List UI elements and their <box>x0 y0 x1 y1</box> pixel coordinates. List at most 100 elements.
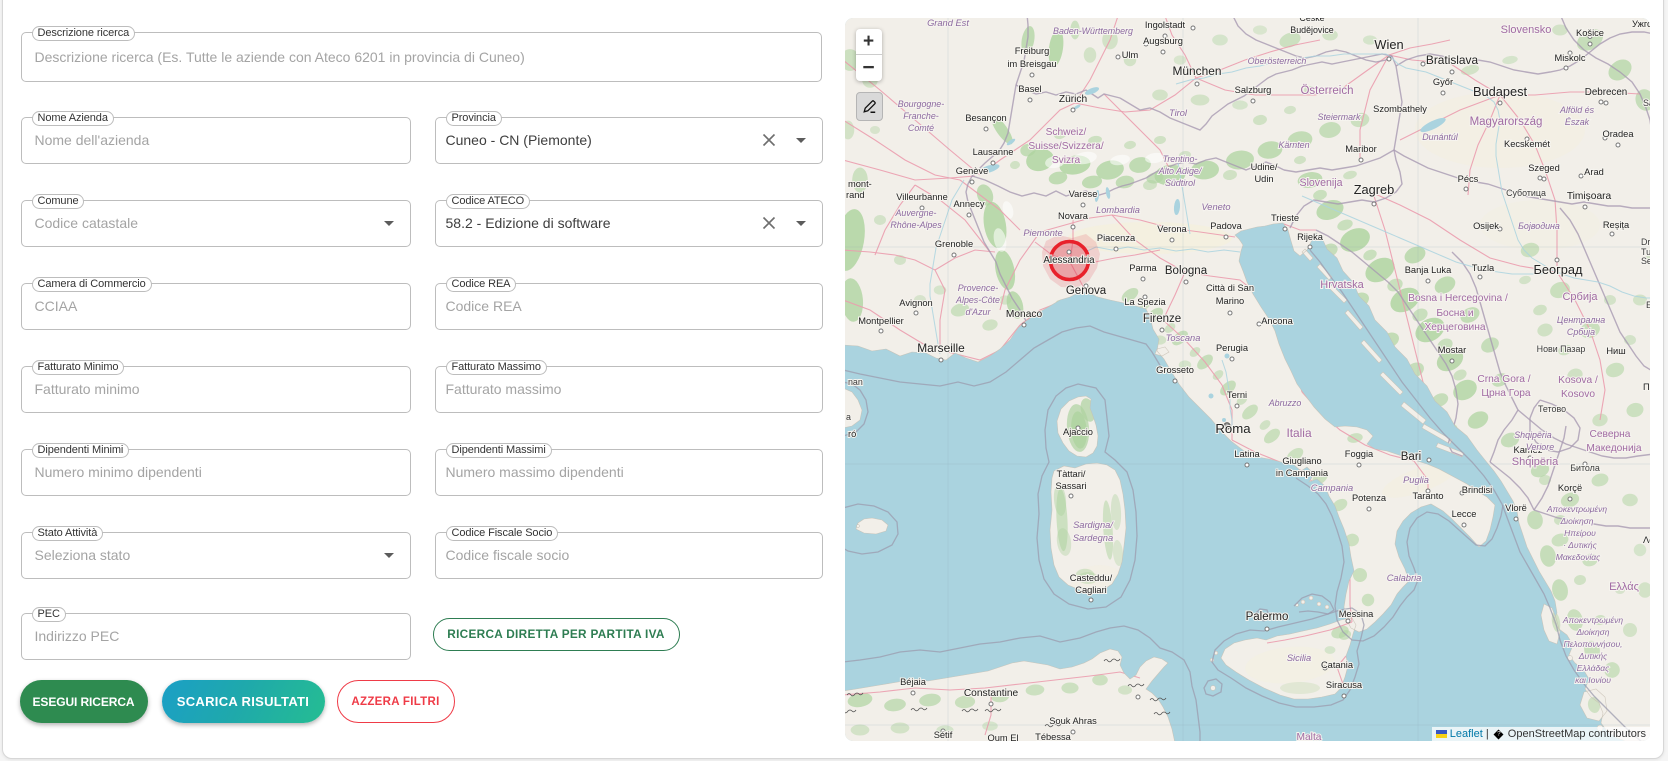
svg-text:Salzburg: Salzburg <box>1235 85 1272 95</box>
svg-text:Catania: Catania <box>1321 660 1354 670</box>
svg-text:Alföld és: Alföld és <box>1559 105 1595 115</box>
svg-text:Marino: Marino <box>1216 296 1244 306</box>
svg-text:Битола: Битола <box>1570 463 1600 473</box>
svg-text:Србија: Србија <box>1567 327 1595 337</box>
svg-text:Budapest: Budapest <box>1473 84 1528 99</box>
svg-text:Schweiz/: Schweiz/ <box>1046 127 1087 138</box>
svg-text:Ελλάς: Ελλάς <box>1609 581 1639 593</box>
svg-text:Potenza: Potenza <box>1352 493 1387 503</box>
svg-text:Genova: Genova <box>1066 285 1107 297</box>
svg-text:Μακεδονίας: Μακεδονίας <box>1556 552 1601 562</box>
svg-text:Korçë: Korçë <box>1558 483 1582 493</box>
svg-text:Veneto: Veneto <box>1201 202 1230 212</box>
svg-text:Црна Гора: Црна Гора <box>1481 388 1530 399</box>
svg-text:Rijeka: Rijeka <box>1297 232 1324 242</box>
svg-text:Crna Gora /: Crna Gora / <box>1477 374 1530 385</box>
svg-text:in Campania: in Campania <box>1276 468 1329 478</box>
svg-text:Δυτικής: Δυτικής <box>1578 651 1608 661</box>
svg-text:Taranto: Taranto <box>1412 491 1443 501</box>
svg-text:Szombathely: Szombathely <box>1373 104 1427 114</box>
svg-text:Avignon: Avignon <box>899 298 932 308</box>
svg-text:Lombardia: Lombardia <box>1096 205 1140 215</box>
svg-text:Siracusa: Siracusa <box>1326 680 1363 690</box>
svg-text:a: a <box>846 412 851 422</box>
svg-text:Banja Luka: Banja Luka <box>1405 265 1452 275</box>
svg-text:Puglia: Puglia <box>1403 475 1429 485</box>
svg-text:Bratislava: Bratislava <box>1426 53 1479 67</box>
svg-text:Македонија: Македонија <box>1586 443 1641 454</box>
svg-text:Bourgogne-: Bourgogne- <box>898 99 944 109</box>
svg-text:Slovensko: Slovensko <box>1501 24 1552 36</box>
svg-text:Parma: Parma <box>1129 263 1157 273</box>
svg-text:Casteddu/: Casteddu/ <box>1070 573 1113 583</box>
svg-text:Slovenija: Slovenija <box>1300 177 1343 189</box>
svg-text:Διοίκηση: Διοίκηση <box>1575 627 1609 637</box>
svg-text:Ниш: Ниш <box>1606 346 1625 356</box>
svg-text:Miskolc: Miskolc <box>1555 53 1586 63</box>
svg-text:München: München <box>1173 64 1222 78</box>
svg-text:Shqipëria: Shqipëria <box>1512 456 1559 468</box>
svg-text:Ulm: Ulm <box>1122 50 1139 60</box>
svg-text:Тетово: Тетово <box>1538 404 1566 414</box>
svg-text:Grosseto: Grosseto <box>1156 365 1194 375</box>
svg-text:Suisse/Svizzera/: Suisse/Svizzera/ <box>1028 141 1103 152</box>
svg-text:Sétif: Sétif <box>934 730 953 740</box>
svg-text:Београд: Београд <box>1533 262 1583 277</box>
svg-text:im Breisgau: im Breisgau <box>1007 59 1056 69</box>
svg-text:Perugia: Perugia <box>1216 343 1249 353</box>
svg-text:Sat: Sat <box>1643 98 1650 108</box>
svg-text:Italia: Italia <box>1286 426 1312 440</box>
svg-text:Südtirol: Südtirol <box>1165 178 1196 188</box>
svg-text:Genève: Genève <box>956 166 989 176</box>
svg-text:Palermo: Palermo <box>1246 611 1289 623</box>
svg-text:Reșița: Reșița <box>1603 220 1630 230</box>
svg-text:Sardegna: Sardegna <box>1073 533 1113 543</box>
svg-text:Oum El: Oum El <box>988 733 1019 741</box>
svg-text:Ancona: Ancona <box>1261 316 1293 326</box>
svg-text:Kosova /: Kosova / <box>1558 375 1598 386</box>
svg-text:Franche-: Franche- <box>903 111 939 121</box>
svg-text:Северна: Северна <box>1590 429 1631 440</box>
svg-text:Б: Б <box>1646 300 1650 310</box>
svg-text:Ηπείρου: Ηπείρου <box>1564 528 1596 538</box>
svg-text:Latina: Latina <box>1234 449 1260 459</box>
svg-text:Österreich: Österreich <box>1300 85 1353 97</box>
svg-text:Toscana: Toscana <box>1166 333 1201 343</box>
svg-text:Debrecen: Debrecen <box>1585 87 1627 98</box>
svg-text:Košice: Košice <box>1576 28 1604 38</box>
svg-text:Pécs: Pécs <box>1458 174 1479 184</box>
svg-text:Verona: Verona <box>1157 224 1187 234</box>
svg-text:Constantine: Constantine <box>964 688 1019 699</box>
svg-text:Arad: Arad <box>1584 167 1604 177</box>
svg-text:Győr: Győr <box>1433 77 1453 87</box>
svg-text:Svizra: Svizra <box>1052 155 1081 166</box>
svg-text:Novara: Novara <box>1058 211 1089 221</box>
svg-text:Grenoble: Grenoble <box>935 239 973 249</box>
svg-text:Maribor: Maribor <box>1345 144 1377 154</box>
svg-text:Hrvatska: Hrvatska <box>1320 279 1364 291</box>
svg-text:Villeurbanne: Villeurbanne <box>896 192 948 202</box>
svg-text:Kosovo: Kosovo <box>1561 389 1595 400</box>
svg-text:Kärnten: Kärnten <box>1278 140 1309 150</box>
svg-text:Monaco: Monaco <box>1006 309 1043 320</box>
svg-text:Πελοποννήσου,: Πελοποννήσου, <box>1564 639 1623 649</box>
svg-text:Dunántúl: Dunántúl <box>1422 132 1459 142</box>
svg-text:Annecy: Annecy <box>953 199 984 209</box>
svg-text:Sassari: Sassari <box>1055 481 1086 491</box>
svg-text:Abruzzo: Abruzzo <box>1268 398 1302 408</box>
svg-text:Wien: Wien <box>1374 37 1403 52</box>
svg-text:Sardigna/: Sardigna/ <box>1073 520 1114 530</box>
svg-text:Lecce: Lecce <box>1452 509 1477 519</box>
svg-text:Tuzla: Tuzla <box>1472 263 1495 273</box>
svg-text:Drob: Drob <box>1641 237 1650 247</box>
svg-text:Campania: Campania <box>1311 483 1353 493</box>
svg-text:Augsburg: Augsburg <box>1143 36 1183 46</box>
svg-text:Ingolstadt: Ingolstadt <box>1145 20 1186 30</box>
svg-text:Piacenza: Piacenza <box>1097 233 1136 243</box>
svg-text:Provence-: Provence- <box>958 283 998 293</box>
svg-text:Херцеговина: Херцеговина <box>1424 322 1485 333</box>
svg-text:Zagreb: Zagreb <box>1354 182 1395 197</box>
svg-text:Città di San: Città di San <box>1206 283 1254 293</box>
svg-text:Padova: Padova <box>1210 221 1242 231</box>
svg-text:Észak: Észak <box>1565 117 1590 127</box>
